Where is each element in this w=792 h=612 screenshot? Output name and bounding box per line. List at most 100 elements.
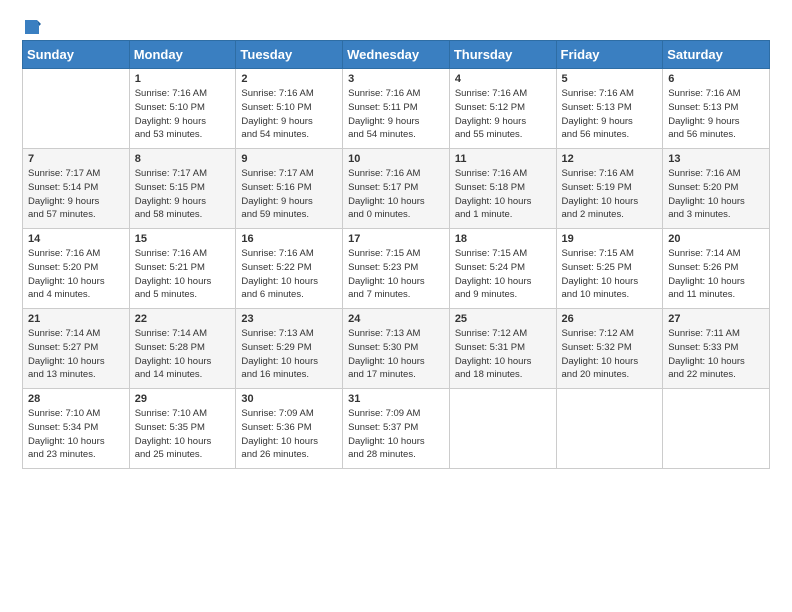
day-number: 24 — [348, 313, 444, 325]
calendar-cell: 11Sunrise: 7:16 AM Sunset: 5:18 PM Dayli… — [449, 149, 556, 229]
calendar-cell: 16 Sunrise: 7:16 AM Sunset: 5:22 PM Dayli… — [236, 229, 343, 309]
day-number: 9 — [241, 153, 337, 165]
day-number: 22 — [135, 313, 231, 325]
calendar-cell: 15Sunrise: 7:16 AM Sunset: 5:21 PM Dayli… — [129, 229, 236, 309]
calendar-cell — [663, 389, 770, 469]
calendar-cell — [556, 389, 663, 469]
calendar-cell: 5 Sunrise: 7:16 AM Sunset: 5:13 PM Daylig… — [556, 69, 663, 149]
day-number: 3 — [348, 73, 444, 85]
cell-content: Sunrise: 7:15 AM Sunset: 5:25 PM Dayligh… — [562, 247, 658, 302]
day-number: 13 — [668, 153, 764, 165]
day-number: 16 — [241, 233, 337, 245]
calendar-cell: 13 Sunrise: 7:16 AM Sunset: 5:20 PM Dayli… — [663, 149, 770, 229]
calendar-cell: 12 Sunrise: 7:16 AM Sunset: 5:19 PM Dayli… — [556, 149, 663, 229]
cell-content: Sunrise: 7:16 AM Sunset: 5:13 PM Dayligh… — [562, 87, 658, 142]
cell-content: Sunrise: 7:14 AM Sunset: 5:26 PM Dayligh… — [668, 247, 764, 302]
cell-content: Sunrise: 7:16 AM Sunset: 5:17 PM Dayligh… — [348, 167, 444, 222]
calendar-cell: 7Sunrise: 7:17 AM Sunset: 5:14 PM Daylig… — [23, 149, 130, 229]
cell-content: Sunrise: 7:11 AM Sunset: 5:33 PM Dayligh… — [668, 327, 764, 382]
day-header-monday: Monday — [129, 41, 236, 69]
calendar-cell — [449, 389, 556, 469]
day-number: 26 — [562, 313, 658, 325]
calendar-cell: 26 Sunrise: 7:12 AM Sunset: 5:32 PM Dayli… — [556, 309, 663, 389]
day-number: 18 — [455, 233, 551, 245]
cell-content: Sunrise: 7:16 AM Sunset: 5:13 PM Dayligh… — [668, 87, 764, 142]
calendar-cell: 3 Sunrise: 7:16 AM Sunset: 5:11 PM Daylig… — [343, 69, 450, 149]
cell-content: Sunrise: 7:09 AM Sunset: 5:36 PM Dayligh… — [241, 407, 337, 462]
day-number: 31 — [348, 393, 444, 405]
day-header-thursday: Thursday — [449, 41, 556, 69]
cell-content: Sunrise: 7:16 AM Sunset: 5:12 PM Dayligh… — [455, 87, 551, 142]
cell-content: Sunrise: 7:16 AM Sunset: 5:20 PM Dayligh… — [28, 247, 124, 302]
cell-content: Sunrise: 7:16 AM Sunset: 5:22 PM Dayligh… — [241, 247, 337, 302]
calendar-cell: 23Sunrise: 7:13 AM Sunset: 5:29 PM Dayli… — [236, 309, 343, 389]
cell-content: Sunrise: 7:16 AM Sunset: 5:10 PM Dayligh… — [135, 87, 231, 142]
cell-content: Sunrise: 7:10 AM Sunset: 5:34 PM Dayligh… — [28, 407, 124, 462]
cell-content: Sunrise: 7:15 AM Sunset: 5:24 PM Dayligh… — [455, 247, 551, 302]
calendar-cell: 31 Sunrise: 7:09 AM Sunset: 5:37 PM Dayli… — [343, 389, 450, 469]
calendar-cell: 4 Sunrise: 7:16 AM Sunset: 5:12 PM Daylig… — [449, 69, 556, 149]
day-number: 17 — [348, 233, 444, 245]
week-row-5: 28 Sunrise: 7:10 AM Sunset: 5:34 PM Dayli… — [23, 389, 770, 469]
logo — [22, 18, 42, 32]
cell-content: Sunrise: 7:16 AM Sunset: 5:18 PM Dayligh… — [455, 167, 551, 222]
day-number: 5 — [562, 73, 658, 85]
cell-content: Sunrise: 7:13 AM Sunset: 5:30 PM Dayligh… — [348, 327, 444, 382]
cell-content: Sunrise: 7:09 AM Sunset: 5:37 PM Dayligh… — [348, 407, 444, 462]
page: SundayMondayTuesdayWednesdayThursdayFrid… — [0, 0, 792, 612]
calendar-cell: 6Sunrise: 7:16 AM Sunset: 5:13 PM Daylig… — [663, 69, 770, 149]
calendar-cell: 21 Sunrise: 7:14 AM Sunset: 5:27 PM Dayli… — [23, 309, 130, 389]
cell-content: Sunrise: 7:16 AM Sunset: 5:20 PM Dayligh… — [668, 167, 764, 222]
day-number: 4 — [455, 73, 551, 85]
calendar-cell: 22Sunrise: 7:14 AM Sunset: 5:28 PM Dayli… — [129, 309, 236, 389]
calendar-cell: 27 Sunrise: 7:11 AM Sunset: 5:33 PM Dayli… — [663, 309, 770, 389]
day-header-sunday: Sunday — [23, 41, 130, 69]
calendar-cell: 10 Sunrise: 7:16 AM Sunset: 5:17 PM Dayli… — [343, 149, 450, 229]
logo-icon — [23, 18, 41, 36]
cell-content: Sunrise: 7:14 AM Sunset: 5:27 PM Dayligh… — [28, 327, 124, 382]
day-number: 25 — [455, 313, 551, 325]
calendar-cell: 1Sunrise: 7:16 AM Sunset: 5:10 PM Daylig… — [129, 69, 236, 149]
calendar-cell: 24 Sunrise: 7:13 AM Sunset: 5:30 PM Dayli… — [343, 309, 450, 389]
day-number: 21 — [28, 313, 124, 325]
day-header-friday: Friday — [556, 41, 663, 69]
day-number: 28 — [28, 393, 124, 405]
cell-content: Sunrise: 7:17 AM Sunset: 5:15 PM Dayligh… — [135, 167, 231, 222]
day-header-wednesday: Wednesday — [343, 41, 450, 69]
day-number: 19 — [562, 233, 658, 245]
day-number: 12 — [562, 153, 658, 165]
cell-content: Sunrise: 7:16 AM Sunset: 5:19 PM Dayligh… — [562, 167, 658, 222]
calendar-cell: 8 Sunrise: 7:17 AM Sunset: 5:15 PM Daylig… — [129, 149, 236, 229]
calendar-table: SundayMondayTuesdayWednesdayThursdayFrid… — [22, 40, 770, 469]
week-row-2: 7Sunrise: 7:17 AM Sunset: 5:14 PM Daylig… — [23, 149, 770, 229]
day-number: 30 — [241, 393, 337, 405]
cell-content: Sunrise: 7:16 AM Sunset: 5:11 PM Dayligh… — [348, 87, 444, 142]
day-header-saturday: Saturday — [663, 41, 770, 69]
day-number: 10 — [348, 153, 444, 165]
cell-content: Sunrise: 7:17 AM Sunset: 5:16 PM Dayligh… — [241, 167, 337, 222]
calendar-cell: 25Sunrise: 7:12 AM Sunset: 5:31 PM Dayli… — [449, 309, 556, 389]
calendar-cell: 20 Sunrise: 7:14 AM Sunset: 5:26 PM Dayli… — [663, 229, 770, 309]
calendar-cell: 19 Sunrise: 7:15 AM Sunset: 5:25 PM Dayli… — [556, 229, 663, 309]
day-number: 8 — [135, 153, 231, 165]
cell-content: Sunrise: 7:10 AM Sunset: 5:35 PM Dayligh… — [135, 407, 231, 462]
week-row-4: 21 Sunrise: 7:14 AM Sunset: 5:27 PM Dayli… — [23, 309, 770, 389]
calendar-cell — [23, 69, 130, 149]
cell-content: Sunrise: 7:12 AM Sunset: 5:32 PM Dayligh… — [562, 327, 658, 382]
cell-content: Sunrise: 7:17 AM Sunset: 5:14 PM Dayligh… — [28, 167, 124, 222]
header-row: SundayMondayTuesdayWednesdayThursdayFrid… — [23, 41, 770, 69]
day-number: 27 — [668, 313, 764, 325]
calendar-cell: 28 Sunrise: 7:10 AM Sunset: 5:34 PM Dayli… — [23, 389, 130, 469]
calendar-cell: 2 Sunrise: 7:16 AM Sunset: 5:10 PM Daylig… — [236, 69, 343, 149]
header — [22, 18, 770, 32]
cell-content: Sunrise: 7:15 AM Sunset: 5:23 PM Dayligh… — [348, 247, 444, 302]
calendar-cell: 18 Sunrise: 7:15 AM Sunset: 5:24 PM Dayli… — [449, 229, 556, 309]
day-number: 29 — [135, 393, 231, 405]
day-number: 2 — [241, 73, 337, 85]
day-number: 20 — [668, 233, 764, 245]
calendar-cell: 29 Sunrise: 7:10 AM Sunset: 5:35 PM Dayli… — [129, 389, 236, 469]
week-row-3: 14Sunrise: 7:16 AM Sunset: 5:20 PM Dayli… — [23, 229, 770, 309]
cell-content: Sunrise: 7:16 AM Sunset: 5:10 PM Dayligh… — [241, 87, 337, 142]
cell-content: Sunrise: 7:16 AM Sunset: 5:21 PM Dayligh… — [135, 247, 231, 302]
cell-content: Sunrise: 7:13 AM Sunset: 5:29 PM Dayligh… — [241, 327, 337, 382]
